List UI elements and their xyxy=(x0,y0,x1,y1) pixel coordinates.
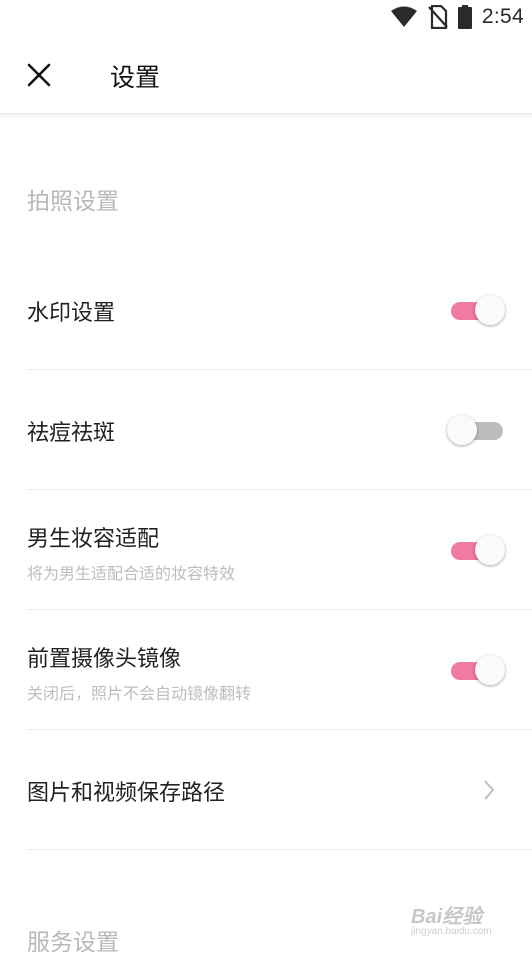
male-makeup-toggle[interactable] xyxy=(451,533,507,567)
close-icon xyxy=(27,63,51,87)
no-sim-icon xyxy=(428,5,448,29)
close-button[interactable] xyxy=(20,56,58,94)
row-title: 男生妆容适配 xyxy=(27,527,160,552)
section-header-service: 服务设置 xyxy=(27,930,119,956)
app-bar: 设置 xyxy=(0,34,532,114)
divider xyxy=(27,849,532,850)
battery-icon xyxy=(457,5,472,29)
toggle-thumb xyxy=(447,415,477,445)
status-icons: 2:54 xyxy=(390,4,524,30)
chevron-right-icon xyxy=(484,780,495,800)
row-title: 图片和视频保存路径 xyxy=(27,781,226,806)
acne-removal-toggle[interactable] xyxy=(447,413,503,447)
row-subtitle: 关闭后，照片不会自动镜像翻转 xyxy=(27,684,252,703)
wifi-icon xyxy=(390,6,417,27)
settings-row-save-path[interactable]: 图片和视频保存路径 xyxy=(27,730,532,849)
page-title: 设置 xyxy=(110,63,161,92)
toggle-thumb xyxy=(475,655,505,685)
section-header-photo: 拍照设置 xyxy=(27,189,119,215)
watermark-sub-text: jingyan.baidu.com xyxy=(411,926,492,937)
settings-row-male-makeup[interactable]: 男生妆容适配 将为男生适配合适的妆容特效 xyxy=(27,490,532,609)
watermark-toggle[interactable] xyxy=(451,293,507,327)
status-time: 2:54 xyxy=(481,5,524,28)
baidu-jingyan-watermark: Bai经验 jingyan.baidu.com xyxy=(405,896,527,946)
watermark-main-text: Bai经验 xyxy=(411,906,483,928)
status-bar: 2:54 xyxy=(0,0,532,34)
row-title: 祛痘祛斑 xyxy=(27,421,116,446)
settings-row-front-camera-mirror[interactable]: 前置摄像头镜像 关闭后，照片不会自动镜像翻转 xyxy=(27,610,532,729)
settings-row-acne-removal[interactable]: 祛痘祛斑 xyxy=(27,370,532,489)
toggle-thumb xyxy=(475,535,505,565)
toggle-thumb xyxy=(475,295,505,325)
row-title: 水印设置 xyxy=(27,301,116,326)
row-subtitle: 将为男生适配合适的妆容特效 xyxy=(27,564,236,583)
settings-row-watermark[interactable]: 水印设置 xyxy=(27,280,532,369)
row-title: 前置摄像头镜像 xyxy=(27,647,182,672)
front-camera-mirror-toggle[interactable] xyxy=(451,653,507,687)
